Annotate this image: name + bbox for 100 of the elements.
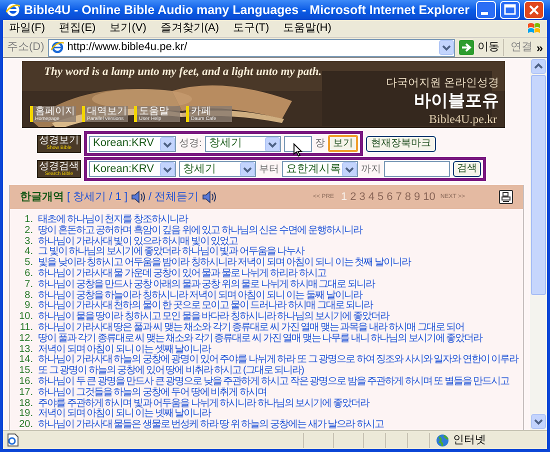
address-label: 주소(D) — [7, 40, 44, 56]
menu-item[interactable]: 편집(E) — [59, 20, 96, 37]
badge-label: 성경보기 — [39, 136, 79, 146]
site-name: 바이블포유 — [414, 90, 499, 112]
scroll-thumb[interactable] — [531, 75, 546, 295]
print-icon[interactable] — [499, 190, 513, 204]
version-select[interactable]: Korean:KRV — [89, 161, 176, 177]
zone-label: 인터넷 — [453, 432, 486, 448]
domain-text: Bible4U.pe.kr — [429, 111, 497, 128]
field-label: 성경: — [179, 137, 202, 151]
verse-text[interactable]: 땅이 혼돈하고 공허하며 흑암이 깊음 위에 있고 하나님의 신은 수면에 운행하시니라 — [38, 224, 362, 236]
verse-number: 6. — [24, 268, 34, 279]
verse-text[interactable]: 빛을 낮이라 칭하시고 어두움을 밤이라 칭하시니라 저녁이 되며 아침이 되니 이는 첫째 날이니라 — [38, 257, 410, 268]
verse-number: 12. — [18, 332, 34, 344]
verse-text[interactable]: 하나님이 가라사대 물 가운데 궁창이 있어 물과 물로 나뉘게 하리라 하시고 — [38, 268, 326, 279]
menu-item[interactable]: 도구(T) — [233, 20, 270, 37]
verse-text[interactable]: 하나님이 가라사대 땅은 풀과 씨 맺는 채소와 각기 종류대로 씨 가진 열매 맺는 과목을 내라 하시매 그대로 되어 — [38, 322, 464, 333]
nav-label: 카페 — [191, 106, 211, 116]
go-button[interactable]: 이동 — [459, 38, 500, 56]
version-label: 한글개역 — [20, 190, 64, 205]
verse-number: 9. — [24, 300, 34, 312]
speaker-icon[interactable] — [130, 190, 146, 204]
verse-number: 10. — [18, 311, 34, 322]
close-icon[interactable] — [524, 1, 544, 19]
verse-number: 17. — [18, 386, 34, 398]
minimize-icon[interactable] — [476, 1, 496, 19]
vertical-scrollbar[interactable] — [530, 58, 547, 430]
more-chevron[interactable]: » — [536, 38, 543, 56]
book-select[interactable]: 창세기 — [179, 161, 256, 177]
window-title: Bible4U - Online Bible Audio many Languages - Microsoft Internet Explorer — [24, 2, 470, 19]
address-field[interactable]: http://www.bible4u.pe.kr/ — [48, 38, 456, 56]
verse-text[interactable]: 하나님이 가라사대 빛이 있으라 하시매 빛이 있었고 — [38, 236, 238, 247]
verse-text[interactable]: 하나님이 뭍을 땅이라 칭하시고 모인 물을 바다라 칭하시니라 하나님의 보시기에 좋았더라 — [38, 311, 389, 322]
verse-text[interactable]: 저녁이 되며 아침이 되니 이는 넷째 날이니라 — [38, 408, 211, 420]
menu-item[interactable]: 도움말(H) — [283, 20, 332, 37]
menu-item[interactable]: 보기(V) — [110, 20, 146, 37]
verse-text[interactable]: 그 빛이 하나님의 보시기에 좋았더라 하나님이 빛과 어두움을 나누사 — [38, 246, 304, 258]
verse-text[interactable]: 태초에 하나님이 천지를 창조하시니라 — [38, 214, 188, 225]
dropdown-arrow-icon — [240, 162, 255, 176]
verse-text[interactable]: 하나님이 그것들을 하늘의 궁창에 두어 땅에 비취게 하시며 — [38, 386, 266, 398]
verse-number: 8. — [24, 290, 34, 301]
ie-logo-icon — [6, 3, 20, 17]
verse-text[interactable]: 하나님이 궁창을 만드사 궁창 아래의 물과 궁창 위의 물로 나뉘게 하시매 그대로 되니라 — [38, 278, 374, 290]
maximize-icon[interactable] — [500, 1, 520, 19]
scroll-down-icon — [531, 414, 546, 429]
dropdown-arrow-icon — [160, 136, 175, 150]
verse-number: 2. — [24, 224, 34, 236]
verse-text[interactable]: 하나님이 궁창을 하늘이라 칭하시니라 저녁이 되며 아침이 되니 이는 둘째 날이니라 — [38, 290, 362, 301]
bookmark-button[interactable]: 현재장북마크 — [366, 136, 436, 152]
scroll-up-icon — [531, 59, 546, 74]
badge-label: 성경검색 — [39, 162, 79, 172]
menu-item[interactable]: 파일(F) — [9, 20, 46, 37]
field-label: 장 — [314, 137, 325, 151]
search-input[interactable] — [384, 161, 450, 177]
speaker-icon[interactable] — [202, 190, 217, 204]
verse-number: 3. — [24, 236, 34, 247]
ie-page-icon — [51, 41, 64, 54]
verse-number: 11. — [18, 322, 34, 333]
chapter-reference[interactable]: [ 창세기 / 1 ] — [67, 188, 128, 206]
nav-label: 대역보기 — [87, 106, 128, 116]
globe-icon — [436, 434, 449, 446]
windows-flag-icon — [527, 22, 541, 35]
search-button[interactable]: 검색 — [453, 161, 481, 177]
motto-text: Thy word is a lamp unto my feet, and a light unto my path. — [44, 65, 322, 80]
verse-text[interactable]: 하나님이 가라사대 천하의 물이 한 곳으로 모이고 뭍이 드러나라 하시매 그대로 되니라 — [38, 300, 373, 312]
verse-text[interactable]: 또 그 광명이 하늘의 궁창에 있어 땅에 비취라 하시고 (그대로 되니라) — [38, 365, 304, 376]
dropdown-arrow-icon — [342, 162, 357, 176]
verse-number: 20. — [18, 419, 34, 430]
version-select[interactable]: Korean:KRV — [89, 136, 176, 152]
nav-label: 홈페이지 — [35, 106, 76, 116]
links-label[interactable]: 연결 — [503, 39, 532, 56]
field-label: 부터 — [259, 162, 279, 176]
page-icon — [6, 433, 20, 447]
tagline-text: 다국어지원 온라인성경 — [386, 76, 499, 91]
url-text: http://www.bible4u.pe.kr/ — [67, 40, 188, 56]
verse-number: 16. — [18, 376, 34, 387]
verse-text[interactable]: 땅이 풀과 각기 종류대로 씨 맺는 채소와 각기 종류대로 씨 가진 열매 맺는 나무를 내니 하나님의 보시기에 좋았더라 — [38, 332, 482, 344]
verse-text[interactable]: 하나님이 두 큰 광명을 만드사 큰 광명으로 낮을 주관하게 하시고 작은 광명으로 밤을 주관하게 하시며 또 별들을 만드시고 — [38, 376, 510, 387]
verse-text[interactable]: 저녁이 되며 아침이 되니 이는 셋째 날이니라 — [38, 344, 211, 355]
dropdown-arrow-icon — [264, 136, 280, 150]
view-button[interactable]: 보기 — [328, 135, 358, 152]
verse-text[interactable]: 하나님이 가라사대 물들은 생물로 번성케 하라 땅 위 하늘의 궁창에는 새가 날으라 하시고 — [38, 419, 384, 430]
dropdown-arrow-icon — [160, 162, 175, 176]
verse-number: 19. — [18, 408, 34, 420]
book-select[interactable]: 요한계시록 — [282, 161, 358, 177]
verse-number: 18. — [18, 398, 34, 409]
verse-number: 15. — [18, 365, 34, 376]
verse-number: 4. — [24, 246, 34, 258]
listen-all-link[interactable]: / 전체듣기 — [148, 188, 199, 206]
verse-text[interactable]: 주야를 주관하게 하시며 빛과 어두움을 나뉘게 하시니라 하나님의 보시기에 좋았더라 — [38, 398, 370, 409]
verse-text[interactable]: 하나님이 가라사대 하늘의 궁창에 광명이 있어 주야를 나뉘게 하라 또 그 광명으로 하여 징조와 사시와 일자와 연한이 이루라 — [38, 354, 518, 366]
nav-label: 도움말 — [139, 106, 170, 116]
arrow-right-icon — [459, 40, 474, 55]
verse-number: 5. — [24, 257, 34, 268]
menu-item[interactable]: 즐겨찾기(A) — [160, 20, 220, 37]
verse-number: 13. — [18, 344, 34, 355]
verse-number: 7. — [24, 278, 34, 290]
book-select[interactable]: 창세기 — [204, 136, 281, 152]
verse-number: 1. — [24, 214, 34, 225]
verse-number: 14. — [18, 354, 34, 366]
